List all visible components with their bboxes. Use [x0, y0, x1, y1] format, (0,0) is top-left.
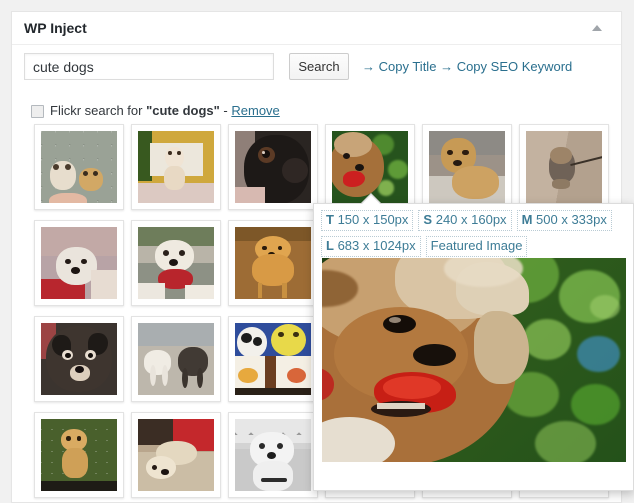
thumbnail-image: [41, 419, 117, 491]
search-button[interactable]: Search: [289, 53, 349, 80]
metabox-header: WP Inject: [12, 12, 621, 45]
image-preview-popup: T 150 x 150px S 240 x 160px M 500 x 333pxL…: [313, 193, 634, 491]
copy-title-link[interactable]: Copy Title: [379, 59, 437, 74]
thumbnail-image: [138, 419, 214, 491]
thumbnail-image: [41, 227, 117, 299]
thumbnail-item[interactable]: [131, 220, 221, 306]
size-option-large[interactable]: L 683 x 1024px: [321, 236, 421, 257]
size-code-s: S: [423, 212, 433, 227]
thumbnail-item[interactable]: [228, 220, 318, 306]
caret-up-icon: [592, 25, 602, 31]
thumbnail-item[interactable]: [422, 124, 512, 210]
copy-seo-keyword-link[interactable]: Copy SEO Keyword: [457, 59, 573, 74]
size-code-m: M: [521, 212, 533, 227]
thumbnail-item[interactable]: [34, 412, 124, 498]
flickr-label-prefix: Flickr search for: [50, 103, 147, 118]
thumbnail-image: [235, 131, 311, 203]
thumbnail-item[interactable]: [131, 412, 221, 498]
preview-image: [322, 258, 626, 462]
size-dims-t: 150 x 150px: [337, 212, 409, 227]
thumbnail-image: [235, 419, 311, 491]
thumbnail-item[interactable]: [34, 220, 124, 306]
thumbnail-item[interactable]: [34, 124, 124, 210]
thumbnail-item[interactable]: [519, 124, 609, 210]
thumbnail-image: [429, 131, 505, 203]
popup-pointer-icon: [362, 195, 380, 204]
size-option-thumbnail[interactable]: T 150 x 150px: [321, 210, 414, 231]
thumbnail-image: [235, 227, 311, 299]
arrow-right-icon-2: →: [440, 59, 454, 74]
flickr-search-label: Flickr search for "cute dogs" - Remove: [50, 102, 280, 120]
size-dims-l: 683 x 1024px: [337, 238, 416, 253]
set-featured-image-option[interactable]: Featured Image: [425, 236, 528, 257]
flickr-query-text: "cute dogs": [146, 103, 220, 118]
size-code-l: L: [326, 238, 334, 253]
thumbnail-item[interactable]: [131, 124, 221, 210]
thumbnail-image: [41, 323, 117, 395]
size-dims-s: 240 x 160px: [435, 212, 507, 227]
flickr-search-checkbox[interactable]: [31, 105, 44, 118]
thumbnail-image: [138, 227, 214, 299]
thumbnail-image: [138, 131, 214, 203]
thumbnail-image: [526, 131, 602, 203]
size-code-t: T: [326, 212, 334, 227]
thumbnail-item[interactable]: [228, 412, 318, 498]
remove-link[interactable]: Remove: [231, 103, 279, 118]
thumbnail-image: [41, 131, 117, 203]
thumbnail-image: [138, 323, 214, 395]
arrow-right-icon-1: →: [362, 59, 375, 74]
thumbnail-item[interactable]: [131, 316, 221, 402]
image-size-options: T 150 x 150px S 240 x 160px M 500 x 333pxL…: [321, 210, 626, 262]
flickr-search-row: Flickr search for "cute dogs" - Remove: [12, 90, 621, 120]
thumbnail-item[interactable]: [228, 124, 318, 210]
thumbnail-item[interactable]: [34, 316, 124, 402]
size-option-small[interactable]: S 240 x 160px: [418, 210, 512, 231]
flickr-separator: -: [219, 103, 232, 118]
search-row: Search → Copy Title → Copy SEO Keyword: [12, 45, 621, 90]
size-option-medium[interactable]: M 500 x 333px: [516, 210, 612, 231]
page-title: WP Inject: [24, 20, 87, 36]
copy-links-group: → Copy Title → Copy SEO Keyword: [362, 58, 572, 75]
thumbnail-image: [235, 323, 311, 395]
collapse-toggle-button[interactable]: [579, 12, 615, 44]
thumbnail-item[interactable]: [228, 316, 318, 402]
search-input[interactable]: [24, 53, 274, 80]
size-dims-m: 500 x 333px: [536, 212, 607, 227]
